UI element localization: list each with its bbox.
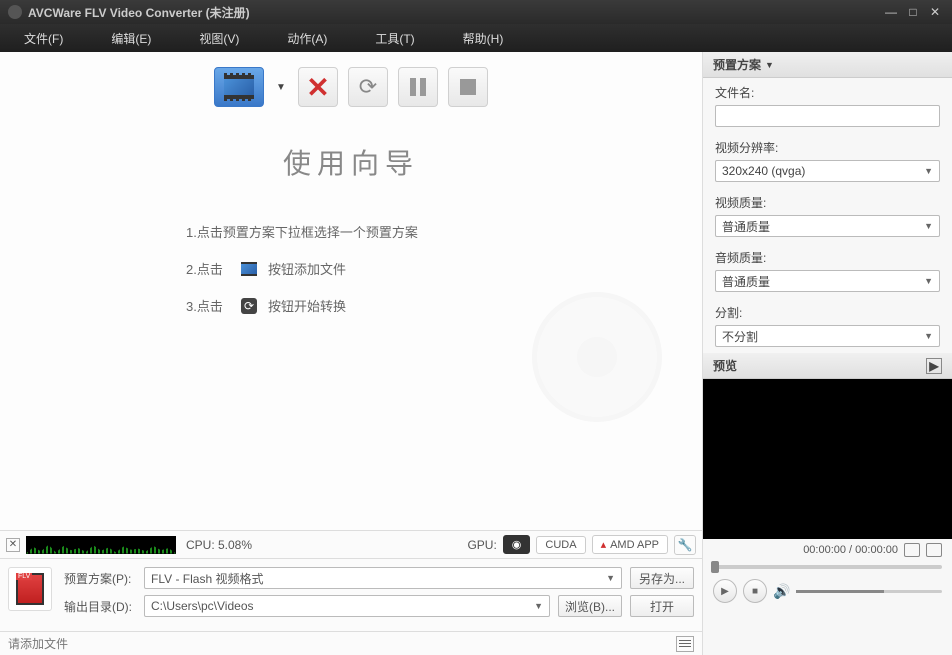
cpu-graph (26, 536, 176, 554)
wizard-step-2: 2.点击 按钮添加文件 (186, 259, 516, 278)
chevron-down-icon: ▼ (924, 166, 933, 176)
aquality-label: 音频质量: (715, 249, 940, 266)
app-title: AVCWare FLV Video Converter (未注册) (28, 4, 878, 21)
resolution-value: 320x240 (qvga) (722, 164, 805, 178)
vquality-select[interactable]: 普通质量 ▼ (715, 215, 940, 237)
menu-file[interactable]: 文件(F) (14, 26, 73, 51)
wizard-step-1: 1.点击预置方案下拉框选择一个预置方案 (186, 222, 516, 241)
stop-button[interactable] (448, 67, 488, 107)
aquality-select[interactable]: 普通质量 ▼ (715, 270, 940, 292)
maximize-button[interactable]: □ (904, 5, 922, 19)
resolution-select[interactable]: 320x240 (qvga) ▼ (715, 160, 940, 182)
footer-message: 请添加文件 (8, 635, 68, 652)
toolbar: ▼ ✕ ⟳ (0, 52, 702, 112)
chevron-down-icon: ▼ (924, 331, 933, 341)
minimize-button[interactable]: — (882, 5, 900, 19)
seek-slider[interactable] (713, 565, 942, 569)
film-icon (240, 260, 258, 278)
menubar: 文件(F) 编辑(E) 视图(V) 动作(A) 工具(T) 帮助(H) (0, 24, 952, 52)
cuda-badge[interactable]: CUDA (536, 536, 585, 554)
chevron-down-icon: ▼ (534, 601, 543, 611)
film-icon (224, 75, 254, 99)
bottom-panel: 预置方案(P): FLV - Flash 视频格式 ▼ 另存为... 输出目录(… (0, 558, 702, 631)
time-display: 00:00:00 / 00:00:00 (803, 544, 898, 556)
preview-section-header: 预览 ▶ (703, 353, 952, 379)
resolution-label: 视频分辨率: (715, 139, 940, 156)
x-icon: ✕ (306, 71, 329, 104)
right-panel: 预置方案 ▼ 文件名: 视频分辨率: 320x240 (qvga) ▼ 视频质量… (702, 52, 952, 655)
profile-value: FLV - Flash 视频格式 (151, 570, 263, 587)
volume-icon[interactable]: 🔊 (773, 583, 790, 600)
wizard-panel: 使用向导 1.点击预置方案下拉框选择一个预置方案 2.点击 按钮添加文件 3.点… (0, 112, 702, 530)
stop-icon (460, 79, 476, 95)
output-select[interactable]: C:\Users\pc\Videos ▼ (144, 595, 550, 617)
remove-button[interactable]: ✕ (298, 67, 338, 107)
add-file-button[interactable] (214, 67, 264, 107)
nvidia-badge: ◉ (503, 535, 531, 554)
vquality-label: 视频质量: (715, 194, 940, 211)
amd-badge[interactable]: ▴AMD APP (592, 535, 668, 554)
cpu-label: CPU: 5.08% (186, 538, 252, 552)
split-select[interactable]: 不分割 ▼ (715, 325, 940, 347)
wizard-step-2-prefix: 2.点击 (186, 259, 230, 278)
preview-box (703, 379, 952, 539)
saveas-button[interactable]: 另存为... (630, 567, 694, 589)
vquality-value: 普通质量 (722, 218, 770, 235)
profile-section-header[interactable]: 预置方案 ▼ (703, 52, 952, 78)
status-bar: ✕ CPU: 5.08% GPU: ◉ CUDA ▴AMD APP 🔧 (0, 530, 702, 558)
chevron-down-icon: ▼ (606, 573, 615, 583)
wizard-step-2-suffix: 按钮添加文件 (268, 259, 346, 278)
pause-button[interactable] (398, 67, 438, 107)
filename-label: 文件名: (715, 84, 940, 101)
gpu-label: GPU: (467, 538, 496, 552)
menu-action[interactable]: 动作(A) (277, 26, 337, 51)
wizard-step-3-prefix: 3.点击 (186, 296, 230, 315)
chevron-down-icon: ▼ (765, 60, 774, 70)
profile-label: 预置方案(P): (64, 570, 136, 587)
menu-view[interactable]: 视图(V) (189, 26, 249, 51)
wizard-step-3: 3.点击 ⟳ 按钮开始转换 (186, 296, 516, 315)
stop-preview-button[interactable]: ■ (743, 579, 767, 603)
split-label: 分割: (715, 304, 940, 321)
output-label: 输出目录(D): (64, 598, 136, 615)
wizard-step-3-suffix: 按钮开始转换 (268, 296, 346, 315)
refresh-icon: ⟳ (240, 297, 258, 315)
convert-button[interactable]: ⟳ (348, 67, 388, 107)
filename-input[interactable] (715, 105, 940, 127)
play-button[interactable]: ▶ (713, 579, 737, 603)
open-button[interactable]: 打开 (630, 595, 694, 617)
settings-button[interactable]: 🔧 (674, 535, 696, 555)
preview-expand-button[interactable]: ▶ (926, 358, 942, 374)
menu-tool[interactable]: 工具(T) (365, 26, 424, 51)
snapshot2-button[interactable] (926, 543, 942, 557)
footer-bar: 请添加文件 (0, 631, 702, 655)
split-value: 不分割 (722, 328, 758, 345)
chevron-down-icon: ▼ (924, 221, 933, 231)
aquality-value: 普通质量 (722, 273, 770, 290)
close-status-button[interactable]: ✕ (6, 538, 20, 552)
menu-edit[interactable]: 编辑(E) (101, 26, 161, 51)
chevron-down-icon: ▼ (924, 276, 933, 286)
menu-help[interactable]: 帮助(H) (453, 26, 514, 51)
output-value: C:\Users\pc\Videos (151, 599, 254, 613)
volume-slider[interactable] (796, 590, 942, 593)
reel-bg-icon (532, 292, 662, 422)
app-icon (8, 5, 22, 19)
close-button[interactable]: ✕ (926, 5, 944, 19)
flv-icon (8, 567, 52, 611)
wizard-step-1-text: 1.点击预置方案下拉框选择一个预置方案 (186, 222, 418, 241)
profile-select[interactable]: FLV - Flash 视频格式 ▼ (144, 567, 622, 589)
list-view-button[interactable] (676, 636, 694, 652)
pause-icon (410, 78, 426, 96)
titlebar: AVCWare FLV Video Converter (未注册) — □ ✕ (0, 0, 952, 24)
snapshot-button[interactable] (904, 543, 920, 557)
wizard-title: 使用向导 (283, 142, 419, 182)
refresh-icon: ⟳ (359, 74, 377, 100)
add-file-dropdown[interactable]: ▼ (274, 82, 288, 93)
browse-button[interactable]: 浏览(B)... (558, 595, 622, 617)
